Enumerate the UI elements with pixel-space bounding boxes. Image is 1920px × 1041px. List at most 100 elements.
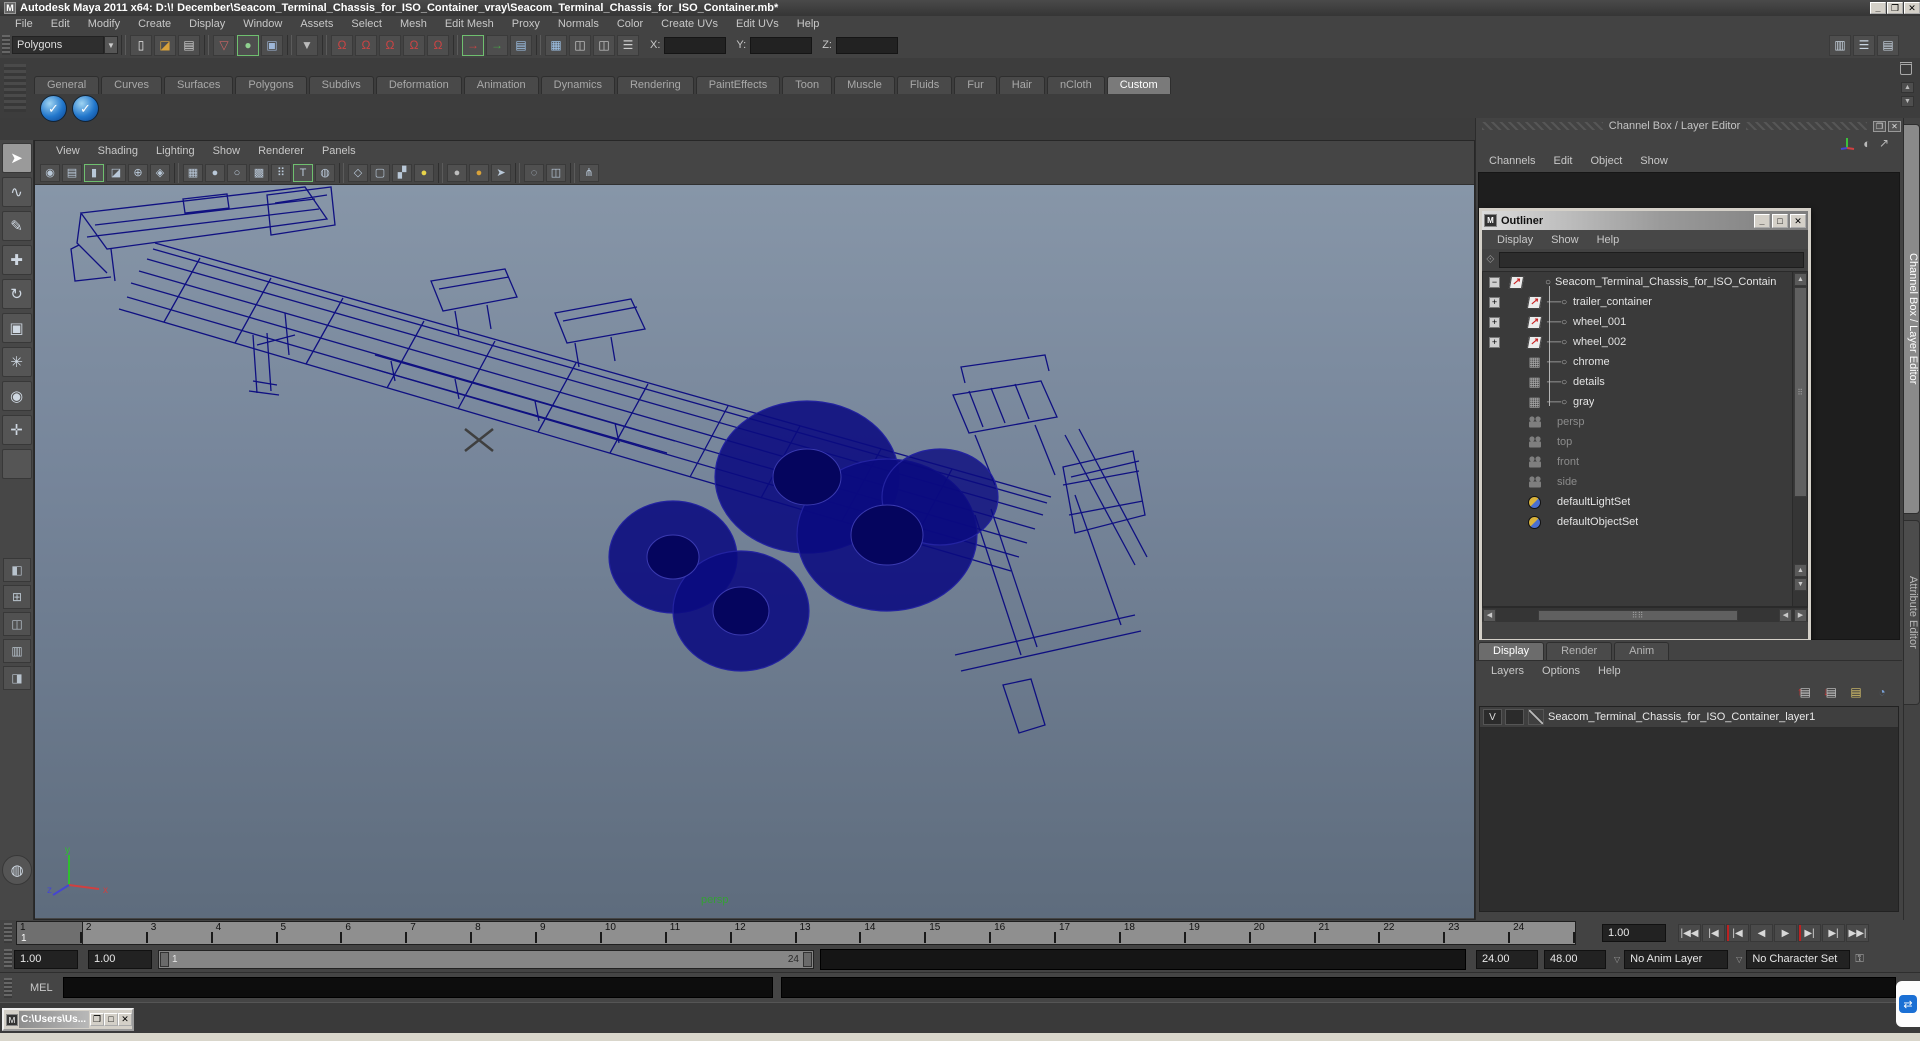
outliner-vscroll-thumb[interactable]: ⠿	[1794, 287, 1807, 497]
outliner-item-defaultobjectset[interactable]: defaultObjectSet	[1483, 512, 1807, 532]
show-channel-box-button[interactable]: ▥	[1829, 34, 1851, 56]
lights-selected-button[interactable]: ●	[469, 163, 489, 182]
playback-start-field[interactable]: 1.00	[88, 949, 152, 969]
render-settings-button[interactable]: ☰	[617, 34, 639, 56]
playback-end-field[interactable]: 24.00	[1476, 949, 1538, 969]
textured-button[interactable]: T	[293, 163, 313, 182]
range-end-handle[interactable]	[803, 951, 812, 967]
move-tool-button[interactable]: ✚	[1, 245, 32, 275]
play-backwards-button[interactable]: ◀	[1750, 924, 1773, 942]
shelf-tab-painteffects[interactable]: PaintEffects	[695, 76, 781, 94]
outliner-search-input[interactable]	[1498, 252, 1804, 268]
frame-6[interactable]: 6	[342, 922, 408, 944]
outliner-item-persp[interactable]: persp	[1483, 412, 1807, 432]
step-forward-key-button[interactable]: ▶|	[1798, 924, 1821, 942]
minimized-script-window[interactable]: M C:\Users\Us... ❐ □ ✕	[2, 1008, 134, 1031]
outliner-item-wheel-001[interactable]: + ↗ ──○ wheel_001	[1483, 312, 1807, 332]
layer-playback-toggle[interactable]	[1505, 709, 1524, 725]
range-slider-grip[interactable]	[4, 949, 12, 969]
outliner-menu-show[interactable]: Show	[1542, 233, 1588, 247]
shelf-tab-muscle[interactable]: Muscle	[834, 76, 895, 94]
shelf-trash[interactable]	[1900, 62, 1912, 75]
checker-button[interactable]: ▞	[392, 163, 412, 182]
shelf-tab-general[interactable]: General	[34, 76, 100, 94]
make-live-button[interactable]: Ω	[427, 34, 449, 56]
outliner-minimize-button[interactable]: _	[1754, 213, 1770, 228]
viewport-menu-show[interactable]: Show	[204, 144, 250, 158]
frame-16[interactable]: 16	[991, 922, 1056, 944]
multi-pane-button[interactable]: ◫	[546, 163, 566, 182]
single-pane-layout-button[interactable]: ◧	[3, 558, 31, 582]
outliner-item-front[interactable]: front	[1483, 452, 1807, 472]
viewport-menu-view[interactable]: View	[47, 144, 89, 158]
frame-22[interactable]: 22	[1380, 922, 1446, 944]
outliner-horizontal-scrollbar[interactable]: ◀ ⠿⠿ ◀ ▶	[1482, 607, 1808, 622]
frame-4[interactable]: 4	[213, 922, 278, 944]
layer-visibility-toggle[interactable]: V	[1483, 709, 1502, 725]
maximize-window-button[interactable]: ❐	[1887, 2, 1903, 14]
shelf-tab-ncloth[interactable]: nCloth	[1046, 76, 1105, 94]
viewport-menu-panels[interactable]: Panels	[313, 144, 365, 158]
step-back-key-button[interactable]: |◀	[1726, 924, 1749, 942]
viewport-menu-renderer[interactable]: Renderer	[249, 144, 313, 158]
panel-float-button[interactable]: ❐	[1873, 120, 1886, 132]
outliner-vertical-scrollbar[interactable]: ▲ ⠿ ▲ ▼	[1792, 272, 1807, 606]
outliner-filter-icon[interactable]: ⟐	[1486, 254, 1495, 267]
layer-menu-options[interactable]: Options	[1533, 664, 1589, 678]
shelf-grip[interactable]	[4, 64, 26, 112]
new-scene-button[interactable]: ▯	[130, 34, 152, 56]
shelf-tab-dynamics[interactable]: Dynamics	[540, 76, 615, 94]
command-line-label[interactable]: MEL	[30, 982, 53, 994]
select-by-object-button[interactable]: ●	[237, 34, 259, 56]
panel-close-button[interactable]: ✕	[1888, 120, 1901, 132]
layer-tab-display[interactable]: Display	[1478, 642, 1545, 660]
menu-create-uvs[interactable]: Create UVs	[652, 17, 727, 31]
menu-help[interactable]: Help	[788, 17, 829, 31]
channelbox-menu-show[interactable]: Show	[1631, 154, 1677, 168]
collapse-icon[interactable]: −	[1489, 276, 1500, 288]
open-render-view-button[interactable]: ▦	[545, 34, 567, 56]
play-forwards-button[interactable]: ▶	[1774, 924, 1797, 942]
film-gate-button[interactable]: ▦	[183, 163, 203, 182]
menu-modify[interactable]: Modify	[79, 17, 129, 31]
expand-icon[interactable]: +	[1489, 296, 1500, 308]
time-slider-ruler[interactable]: 1 1 2 3 4 5 6 7 8 9 10 11 12 13 14 15 16 17 18 19 20 21 22 23 24	[16, 921, 1576, 945]
viewport-menu-lighting[interactable]: Lighting	[147, 144, 204, 158]
range-slider-track[interactable]: 1 24	[158, 949, 814, 969]
scale-tool-button[interactable]: ▣	[1, 313, 32, 343]
default-material-button[interactable]: ◍	[315, 163, 335, 182]
outliner-item-details[interactable]: ▦ ──○ details	[1483, 372, 1807, 392]
outliner-item-wheel-002[interactable]: + ↗ ──○ wheel_002	[1483, 332, 1807, 352]
shelf-tab-polygons[interactable]: Polygons	[235, 76, 307, 94]
lights-default-button[interactable]: ●	[447, 163, 467, 182]
expand-icon[interactable]: +	[1489, 336, 1500, 348]
wireframe-button[interactable]: ▩	[249, 163, 269, 182]
outliner-menu-display[interactable]: Display	[1488, 233, 1542, 247]
statusline-grip[interactable]	[2, 35, 10, 55]
render-current-frame-button[interactable]: ◫	[569, 34, 591, 56]
shading-smooth-button[interactable]: ●	[205, 163, 225, 182]
show-tool-settings-button[interactable]: ☰	[1853, 34, 1875, 56]
anim-layer-selector[interactable]: No Anim Layer	[1624, 949, 1729, 969]
channelbox-menu-channels[interactable]: Channels	[1480, 154, 1544, 168]
frame-19[interactable]: 19	[1186, 922, 1251, 944]
animation-start-field[interactable]: 1.00	[14, 949, 78, 969]
minwin-maximize-button[interactable]: □	[104, 1013, 118, 1026]
frame-8[interactable]: 8	[472, 922, 537, 944]
outliner-item-gray[interactable]: ▦ ──○ gray	[1483, 392, 1807, 412]
z-coord-field[interactable]	[835, 36, 898, 54]
go-to-start-button[interactable]: |◀◀	[1678, 924, 1701, 942]
move-layer-down-button[interactable]: ↓ ▤	[1820, 684, 1840, 701]
frame-14[interactable]: 14	[861, 922, 927, 944]
layer-menu-layers[interactable]: Layers	[1482, 664, 1533, 678]
create-layer-from-selected-button[interactable]: ◔	[1872, 684, 1892, 701]
menu-display[interactable]: Display	[180, 17, 234, 31]
rotate-tool-button[interactable]: ↻	[1, 279, 32, 309]
shelf-item-1-button[interactable]: ✓	[40, 95, 67, 122]
soft-modification-tool-button[interactable]: ◉	[1, 381, 32, 411]
layer-tab-anim[interactable]: Anim	[1614, 642, 1670, 660]
outliner-menu-help[interactable]: Help	[1588, 233, 1629, 247]
animation-end-field[interactable]: 48.00	[1544, 949, 1606, 969]
save-scene-button[interactable]: ▤	[178, 34, 200, 56]
universal-manipulator-tool-button[interactable]: ✳	[1, 347, 32, 377]
